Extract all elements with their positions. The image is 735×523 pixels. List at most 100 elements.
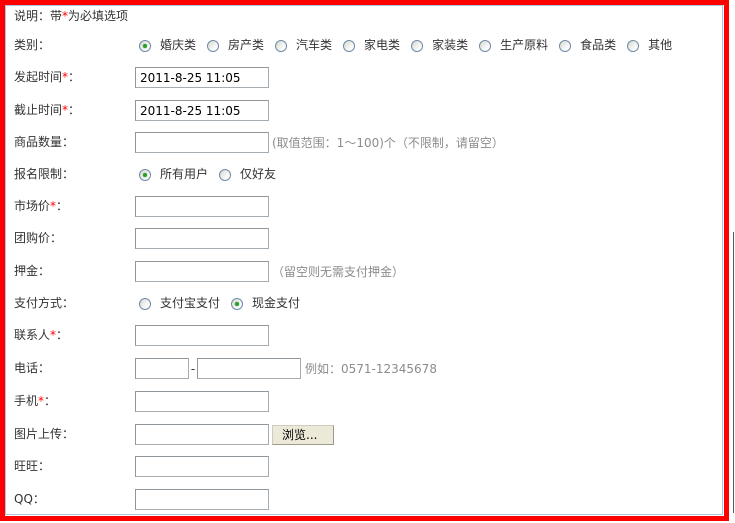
contact-control: [135, 325, 269, 346]
payment-option-cash[interactable]: 现金支付: [231, 293, 300, 314]
category-radio-real-estate[interactable]: [207, 39, 220, 52]
market-price-label: 市场价*：: [14, 196, 68, 217]
category-label: 类别：: [14, 38, 51, 52]
group-price-input[interactable]: [135, 228, 269, 249]
category-radio-home-decor[interactable]: [411, 39, 424, 52]
signup-option-friends-only[interactable]: 仅好友: [219, 164, 276, 185]
deposit-row: 押金： （留空则无需支付押金）: [0, 261, 720, 282]
contact-label-text: 联系人: [14, 328, 51, 342]
category-radio-appliances[interactable]: [343, 39, 356, 52]
label-colon: ：: [68, 103, 81, 117]
group-price-row: 团购价：: [0, 228, 720, 249]
end-time-label: 截止时间*：: [14, 100, 80, 121]
wangwang-input[interactable]: [135, 456, 269, 477]
category-radio-food[interactable]: [559, 39, 572, 52]
category-option-raw-materials[interactable]: 生产原料: [479, 35, 548, 56]
payment-label-cash[interactable]: 现金支付: [252, 293, 300, 314]
signup-limit-label: 报名限制：: [14, 167, 75, 181]
category-option-food[interactable]: 食品类: [559, 35, 616, 56]
payment-option-alipay[interactable]: 支付宝支付: [139, 293, 220, 314]
label-colon: ：: [44, 394, 57, 408]
end-time-label-text: 截止时间: [14, 103, 63, 117]
end-time-control: [135, 100, 269, 121]
deposit-input[interactable]: [135, 261, 269, 282]
category-radio-other[interactable]: [627, 39, 640, 52]
category-radio-group: 婚庆类 房产类 汽车类 家电类 家装类 生产原料 食品类 其他: [139, 35, 683, 56]
deposit-label: 押金：: [14, 264, 51, 278]
phone-hint: 例如：0571-12345678: [305, 362, 437, 376]
signup-limit-radio-group: 所有用户 仅好友: [139, 164, 287, 185]
quantity-hint: (取值范围：1～100)个（不限制，请留空）: [272, 136, 504, 150]
category-label-real-estate[interactable]: 房产类: [228, 35, 264, 56]
quantity-label: 商品数量：: [14, 135, 75, 149]
start-time-row: 发起时间*：: [0, 67, 720, 88]
market-price-input[interactable]: [135, 196, 269, 217]
quantity-row: 商品数量： (取值范围：1～100)个（不限制，请留空）: [0, 132, 720, 153]
market-price-label-text: 市场价: [14, 199, 51, 213]
required-note-row: 说明：带*为必填选项: [0, 6, 720, 27]
phone-area-code-input[interactable]: [135, 358, 189, 379]
category-row: 类别： 婚庆类 房产类 汽车类 家电类 家装类 生产原料 食品类 其他: [0, 35, 720, 56]
market-price-row: 市场价*：: [0, 196, 720, 217]
qq-control: [135, 489, 269, 510]
category-label-other[interactable]: 其他: [648, 35, 672, 56]
end-time-input[interactable]: [135, 100, 269, 121]
signup-radio-all-users[interactable]: [139, 168, 151, 181]
category-option-real-estate[interactable]: 房产类: [207, 35, 264, 56]
category-label-home-decor[interactable]: 家装类: [432, 35, 468, 56]
category-radio-wedding[interactable]: [139, 39, 151, 52]
qq-input[interactable]: [135, 489, 269, 510]
payment-label: 支付方式：: [14, 296, 75, 310]
image-upload-label: 图片上传：: [14, 427, 75, 441]
label-colon: ：: [68, 70, 81, 84]
category-option-appliances[interactable]: 家电类: [343, 35, 400, 56]
image-path-input[interactable]: [135, 424, 269, 445]
group-buy-form: 说明：带*为必填选项 类别： 婚庆类 房产类 汽车类 家电类 家装类 生产原料 …: [0, 0, 729, 521]
category-radio-raw-materials[interactable]: [479, 39, 492, 52]
category-option-other[interactable]: 其他: [627, 35, 672, 56]
group-price-control: [135, 228, 269, 249]
payment-radio-group: 支付宝支付 现金支付: [139, 293, 311, 314]
category-label-raw-materials[interactable]: 生产原料: [500, 35, 548, 56]
deposit-hint: （留空则无需支付押金）: [272, 265, 405, 279]
required-note-text-end: 为必填选项: [68, 9, 129, 23]
phone-separator: -: [190, 361, 196, 376]
wangwang-row: 旺旺：: [0, 456, 720, 477]
phone-label: 电话：: [14, 361, 51, 375]
contact-row: 联系人*：: [0, 325, 720, 346]
qq-row: QQ：: [0, 489, 720, 510]
group-price-label: 团购价：: [14, 231, 63, 245]
category-option-home-decor[interactable]: 家装类: [411, 35, 468, 56]
qq-label: QQ：: [14, 492, 45, 506]
category-option-wedding[interactable]: 婚庆类: [139, 35, 196, 56]
required-note: 说明：带*为必填选项: [14, 6, 128, 27]
contact-label: 联系人*：: [14, 325, 68, 346]
start-time-input[interactable]: [135, 67, 269, 88]
quantity-input[interactable]: [135, 132, 269, 153]
signup-label-all-users[interactable]: 所有用户: [160, 164, 208, 185]
image-upload-control: 浏览...: [135, 424, 334, 445]
category-label-auto[interactable]: 汽车类: [296, 35, 332, 56]
payment-label-alipay[interactable]: 支付宝支付: [160, 293, 220, 314]
wangwang-control: [135, 456, 269, 477]
deposit-control: （留空则无需支付押金）: [135, 261, 404, 282]
market-price-control: [135, 196, 269, 217]
required-note-text: 说明：带: [14, 9, 63, 23]
payment-radio-cash[interactable]: [231, 297, 244, 310]
label-colon: ：: [56, 199, 69, 213]
signup-radio-friends-only[interactable]: [219, 168, 232, 181]
category-option-auto[interactable]: 汽车类: [275, 35, 332, 56]
signup-label-friends-only[interactable]: 仅好友: [240, 164, 276, 185]
browse-button[interactable]: 浏览...: [272, 424, 334, 445]
signup-option-all-users[interactable]: 所有用户: [139, 164, 208, 185]
contact-input[interactable]: [135, 325, 269, 346]
category-label-food[interactable]: 食品类: [580, 35, 616, 56]
category-radio-auto[interactable]: [275, 39, 288, 52]
phone-number-input[interactable]: [197, 358, 301, 379]
payment-radio-alipay[interactable]: [139, 297, 151, 310]
mobile-input[interactable]: [135, 391, 269, 412]
end-time-row: 截止时间*：: [0, 100, 720, 121]
mobile-label: 手机*：: [14, 391, 56, 412]
category-label-appliances[interactable]: 家电类: [364, 35, 400, 56]
category-label-wedding[interactable]: 婚庆类: [160, 35, 196, 56]
